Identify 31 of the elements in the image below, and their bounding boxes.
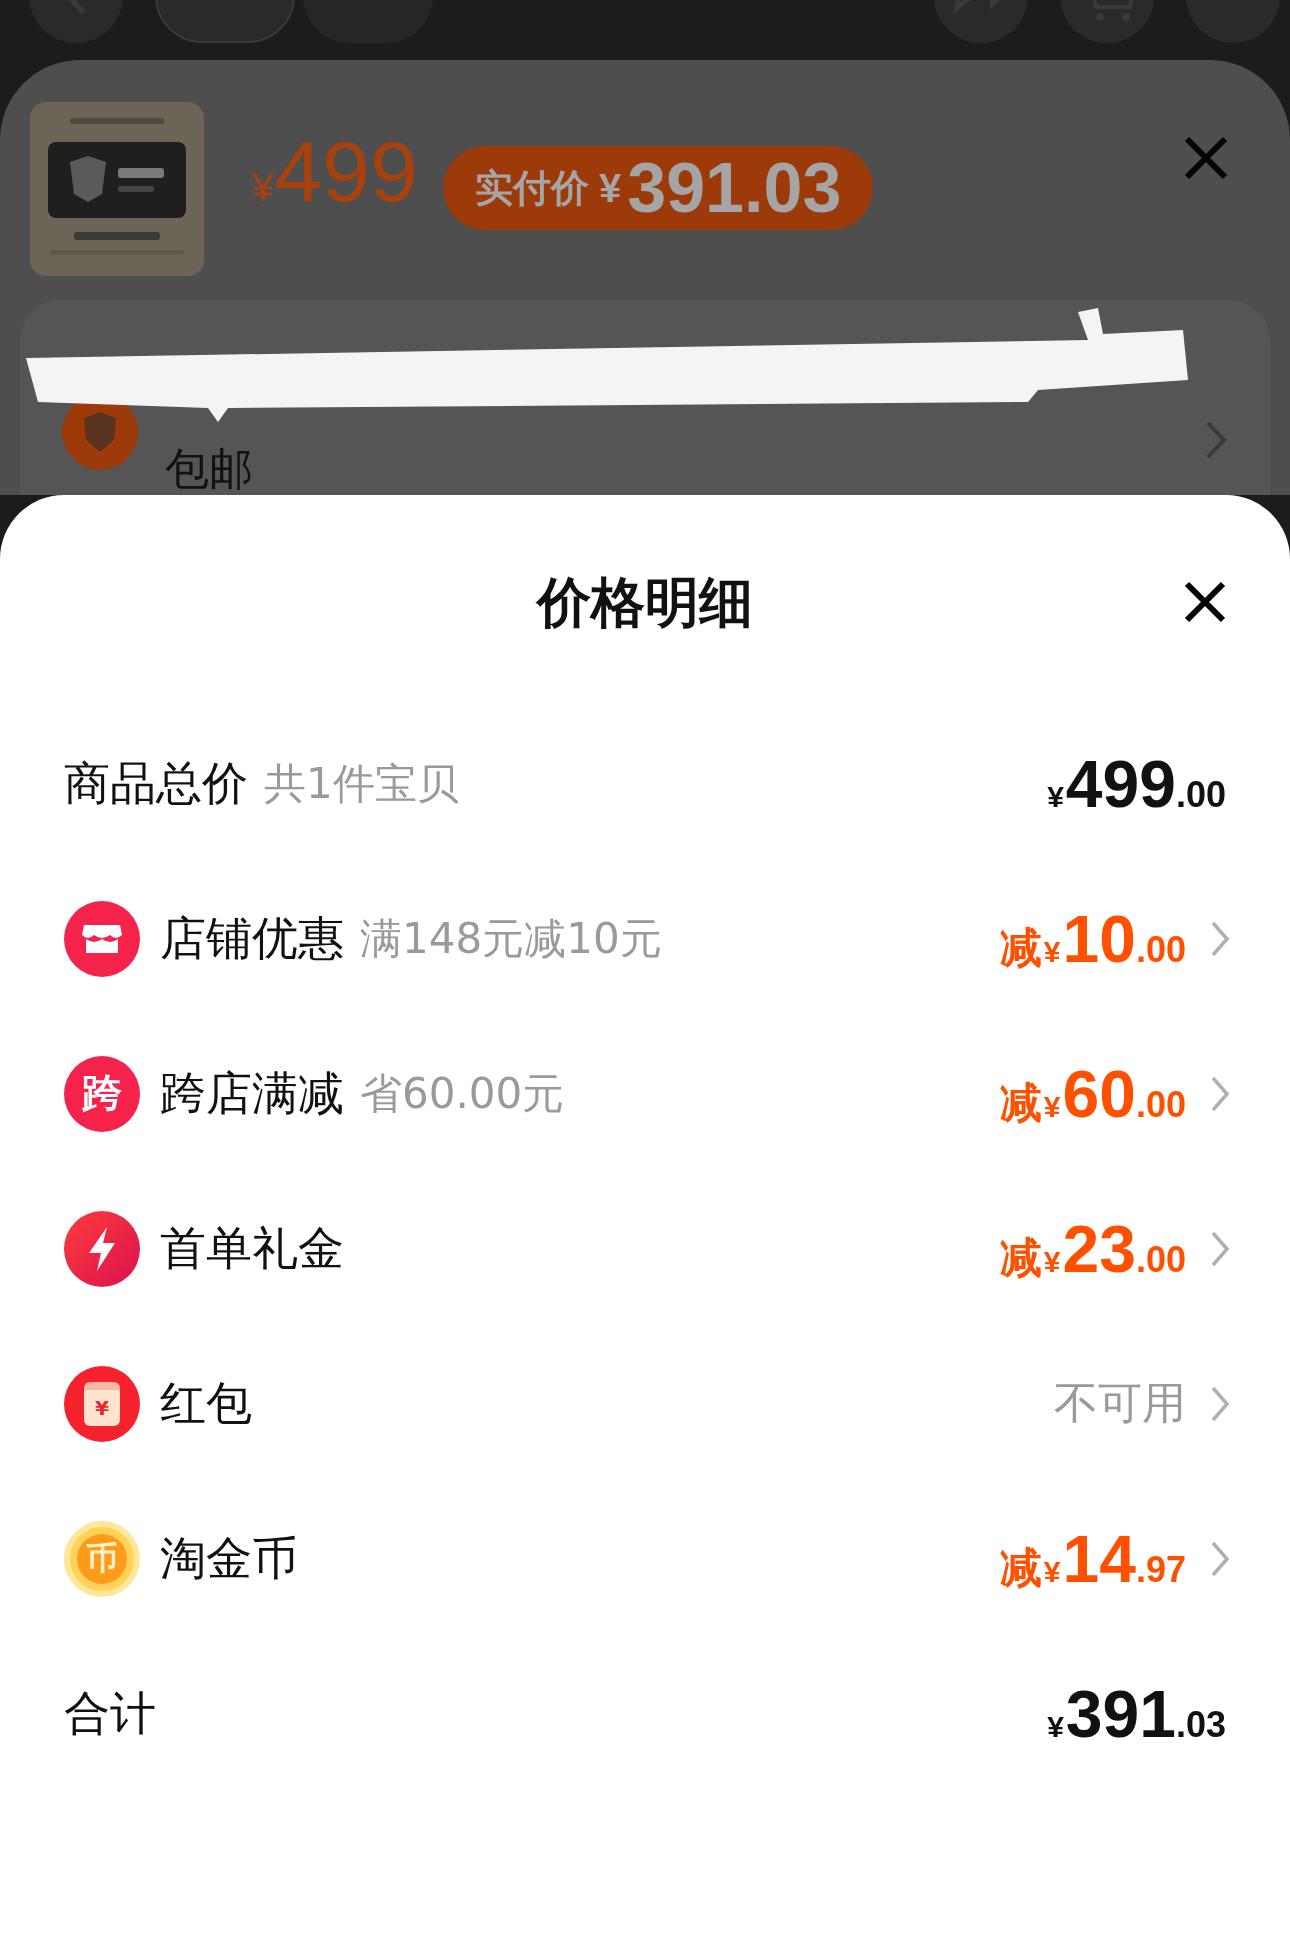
row-label: 淘金币 (160, 1529, 298, 1587)
discount-amount: 减¥14.97 (999, 1520, 1186, 1597)
shipping-label: 包邮 (165, 442, 253, 495)
pay-price-badge: 实付价 ¥391.03 (443, 146, 874, 230)
row-label: 合计 (64, 1684, 156, 1742)
total-amount: ¥391.03 (1047, 1675, 1226, 1752)
chevron-icon[interactable] (1210, 1229, 1230, 1268)
row-label: 红包 (160, 1374, 252, 1432)
discount-amount: 减¥10.00 (999, 900, 1186, 977)
row-label: 店铺优惠 (160, 909, 344, 967)
chevron-icon[interactable] (1210, 1074, 1230, 1113)
product-price: ¥499 (252, 122, 418, 221)
discount-amount: 减¥23.00 (999, 1210, 1186, 1287)
close-icon[interactable] (1183, 580, 1227, 624)
row-note: 满148元减10元 (360, 912, 662, 965)
total-amount: ¥499.00 (1047, 745, 1226, 822)
row-label: 首单礼金 (160, 1219, 344, 1277)
chevron-icon[interactable] (1210, 919, 1230, 958)
chevron-icon[interactable] (1210, 1384, 1230, 1423)
row-note: 共1件宝贝 (264, 757, 459, 810)
row-label: 跨店满减 (160, 1064, 344, 1122)
row-label: 商品总价 (64, 754, 248, 812)
coin-icon: 币 (64, 1520, 140, 1597)
row-note: 省60.00元 (360, 1067, 565, 1120)
cross-store-badge: 跨 (64, 1055, 140, 1132)
chevron-icon (1205, 420, 1227, 460)
envelope-icon: ¥ (64, 1365, 140, 1442)
discount-amount: 减¥60.00 (999, 1055, 1186, 1132)
status-text: 不可用 (1054, 1376, 1186, 1430)
chevron-icon[interactable] (1210, 1539, 1230, 1578)
sheet-title: 价格明细 (537, 570, 753, 636)
